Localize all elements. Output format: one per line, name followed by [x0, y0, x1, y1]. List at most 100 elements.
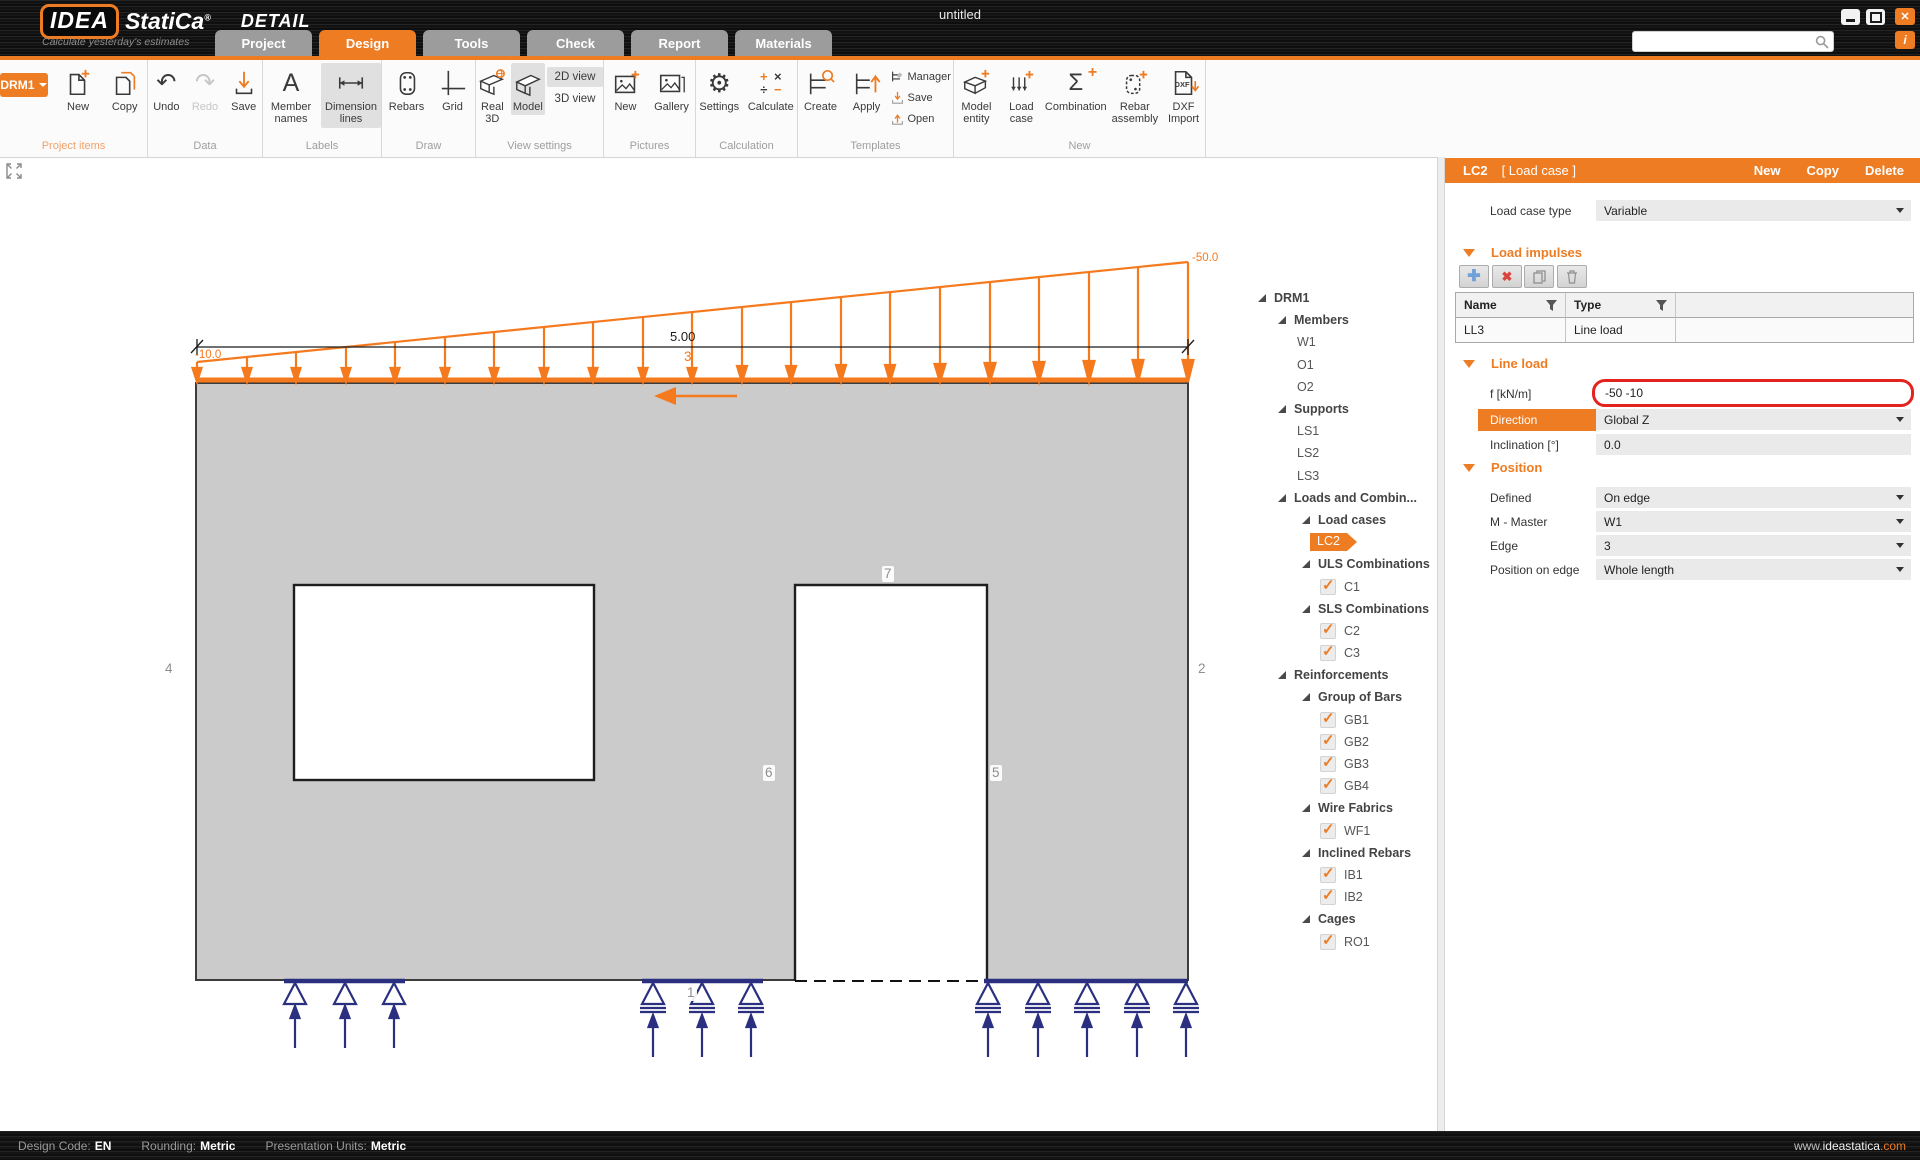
rebars-toggle[interactable]: Rebars — [384, 63, 430, 115]
expander-icon[interactable] — [1302, 849, 1310, 857]
load-impulses-section[interactable]: Load impulses — [1463, 245, 1582, 260]
tree-item-sls-combinations[interactable]: SLS Combinations — [1256, 598, 1434, 620]
minimize-button[interactable] — [1841, 9, 1860, 25]
load-case-type-select[interactable]: Variable — [1596, 200, 1911, 221]
fit-view-button[interactable] — [5, 162, 23, 180]
filter-icon[interactable] — [1656, 300, 1667, 311]
table-row-name[interactable]: LL3 — [1456, 318, 1566, 342]
opening-o1[interactable] — [294, 585, 594, 780]
new-rebar-assembly-button[interactable]: Rebar assembly — [1110, 63, 1160, 128]
expander-icon[interactable] — [1258, 294, 1266, 302]
settings-button[interactable]: ⚙ Settings — [696, 63, 743, 115]
template-create-button[interactable]: Create — [799, 63, 843, 115]
master-select[interactable]: W1 — [1596, 511, 1911, 532]
tab-tools[interactable]: Tools — [423, 30, 520, 56]
expander-icon[interactable] — [1278, 405, 1286, 413]
delete-load-case-header-button[interactable]: Delete — [1865, 163, 1904, 178]
tree-item-load-cases[interactable]: Load cases — [1256, 509, 1434, 531]
tree-item-ls2[interactable]: LS2 — [1256, 442, 1434, 464]
new-load-case-header-button[interactable]: New — [1754, 163, 1781, 178]
new-picture-button[interactable]: New — [605, 63, 647, 115]
tab-check[interactable]: Check — [527, 30, 624, 56]
tab-report[interactable]: Report — [631, 30, 728, 56]
table-header-name[interactable]: Name — [1456, 293, 1566, 318]
template-manager-button[interactable]: Manager — [891, 67, 953, 86]
member-names-toggle[interactable]: A Member names — [263, 63, 319, 128]
add-impulse-button[interactable]: ✚ — [1459, 265, 1489, 288]
tree-item-uls-combinations[interactable]: ULS Combinations — [1256, 553, 1434, 575]
project-item-selector[interactable]: DRM1 — [0, 73, 48, 97]
position-on-edge-select[interactable]: Whole length — [1596, 559, 1911, 580]
opening-o2[interactable] — [796, 586, 986, 985]
tree-item-gb4[interactable]: GB4 — [1256, 775, 1434, 797]
check-icon[interactable] — [1320, 778, 1336, 794]
save-button[interactable]: Save — [225, 63, 262, 115]
new-combination-button[interactable]: Σ+ Combination — [1044, 63, 1108, 115]
tree-item-ib1[interactable]: IB1 — [1256, 864, 1434, 886]
line-load-section[interactable]: Line load — [1463, 356, 1548, 371]
tree-item-drm1[interactable]: DRM1 — [1256, 287, 1434, 309]
check-icon[interactable] — [1320, 734, 1336, 750]
inclination-input[interactable]: 0.0 — [1596, 434, 1911, 455]
check-icon[interactable] — [1320, 823, 1336, 839]
3d-view-button[interactable]: 3D view — [547, 89, 603, 109]
delete-impulse-button[interactable]: ✖ — [1492, 265, 1522, 288]
tree-item-gb2[interactable]: GB2 — [1256, 731, 1434, 753]
check-icon[interactable] — [1320, 579, 1336, 595]
tree-item-ls3[interactable]: LS3 — [1256, 465, 1434, 487]
expander-icon[interactable] — [1302, 516, 1310, 524]
maximize-button[interactable] — [1866, 9, 1885, 25]
line-load-ll3[interactable] — [193, 262, 1194, 382]
edge-select[interactable]: 3 — [1596, 535, 1911, 556]
redo-button[interactable]: ↷ Redo — [187, 63, 224, 115]
info-button[interactable]: i — [1895, 31, 1915, 49]
search-input[interactable] — [1633, 34, 1815, 49]
new-load-case-button[interactable]: Load case — [1001, 63, 1042, 128]
check-icon[interactable] — [1320, 934, 1336, 950]
defined-select[interactable]: On edge — [1596, 487, 1911, 508]
check-icon[interactable] — [1320, 645, 1336, 661]
check-icon[interactable] — [1320, 623, 1336, 639]
tree-item-o1[interactable]: O1 — [1256, 354, 1434, 376]
tree-item-ls1[interactable]: LS1 — [1256, 420, 1434, 442]
position-section[interactable]: Position — [1463, 460, 1542, 475]
tree-item-gb1[interactable]: GB1 — [1256, 709, 1434, 731]
check-icon[interactable] — [1320, 867, 1336, 883]
website-link[interactable]: www.ideastatica.com — [1794, 1139, 1906, 1153]
gallery-button[interactable]: Gallery — [649, 63, 695, 115]
f-input[interactable]: -50 -10 — [1592, 379, 1914, 407]
tree-item-c1[interactable]: C1 — [1256, 575, 1434, 597]
tree-item-lc2[interactable]: LC2 — [1256, 531, 1434, 553]
tree-item-group-of-bars[interactable]: Group of Bars — [1256, 686, 1434, 708]
tree-item-c3[interactable]: C3 — [1256, 642, 1434, 664]
tree-item-gb3[interactable]: GB3 — [1256, 753, 1434, 775]
expander-icon[interactable] — [1302, 605, 1310, 613]
dxf-import-button[interactable]: DXF DXF Import — [1162, 63, 1205, 128]
expander-icon[interactable] — [1278, 671, 1286, 679]
tab-materials[interactable]: Materials — [735, 30, 832, 56]
copy-project-item-button[interactable]: Copy — [102, 63, 147, 115]
grid-toggle[interactable]: Grid — [432, 63, 474, 115]
direction-select[interactable]: Global Z — [1596, 409, 1911, 430]
expander-icon[interactable] — [1302, 804, 1310, 812]
support-group-ls2[interactable] — [640, 983, 764, 1057]
tree-item-o2[interactable]: O2 — [1256, 376, 1434, 398]
expander-icon[interactable] — [1302, 693, 1310, 701]
template-save-button[interactable]: Save — [891, 88, 953, 107]
tree-item-w1[interactable]: W1 — [1256, 331, 1434, 353]
table-header-type[interactable]: Type — [1566, 293, 1676, 318]
tree-item-reinforcements[interactable]: Reinforcements — [1256, 664, 1434, 686]
tree-item-ro1[interactable]: RO1 — [1256, 930, 1434, 952]
check-icon[interactable] — [1320, 756, 1336, 772]
dimension-lines-toggle[interactable]: Dimension lines — [321, 63, 381, 128]
expander-icon[interactable] — [1278, 316, 1286, 324]
panel-splitter[interactable] — [1437, 157, 1445, 1131]
tree-item-c2[interactable]: C2 — [1256, 620, 1434, 642]
trash-impulse-button[interactable] — [1557, 265, 1587, 288]
model-view-button[interactable]: Model — [511, 63, 545, 115]
close-button[interactable]: ✕ — [1895, 8, 1915, 25]
calculate-button[interactable]: +×÷− Calculate — [745, 63, 797, 115]
tree-item-supports[interactable]: Supports — [1256, 398, 1434, 420]
check-icon[interactable] — [1320, 712, 1336, 728]
expander-icon[interactable] — [1302, 560, 1310, 568]
